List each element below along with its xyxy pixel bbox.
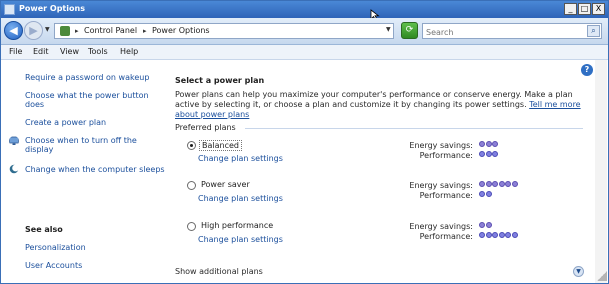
performance-dot — [479, 191, 485, 197]
moon-icon — [9, 164, 19, 174]
search-icon[interactable]: ⌕ — [587, 25, 600, 37]
chevron-down-icon[interactable]: ▼ — [573, 266, 584, 277]
energy-dot — [492, 141, 498, 147]
power-options-icon — [4, 4, 15, 15]
energy-savings-label: Energy savings: — [409, 141, 473, 150]
power-options-window: Power Options _ □ X ◀ ▶ ▼ ▸ Control Pane… — [0, 0, 609, 284]
energy-dot — [511, 181, 518, 187]
preferred-plans-label: Preferred plans — [175, 123, 236, 132]
close-button[interactable]: X — [592, 3, 605, 15]
menu-edit[interactable]: Edit — [33, 47, 49, 56]
plan-power-saver-label[interactable]: Power saver — [201, 180, 250, 189]
performance-dot — [505, 232, 511, 238]
performance-dot — [511, 232, 518, 238]
performance-dot — [479, 151, 485, 157]
energy-dot — [485, 141, 492, 147]
window-title: Power Options — [19, 4, 85, 13]
breadcrumb-arrow[interactable]: ▸ — [143, 27, 147, 35]
sidebar-link-turn-off-display[interactable]: Choose when to turn off the display — [25, 136, 145, 154]
plan-power-saver-radio[interactable] — [187, 181, 196, 190]
menu-view[interactable]: View — [60, 47, 79, 56]
performance-rating — [479, 151, 499, 159]
see-also-personalization[interactable]: Personalization — [25, 243, 86, 252]
maximize-button[interactable]: □ — [578, 3, 591, 15]
performance-dot — [485, 191, 492, 197]
control-panel-icon — [60, 26, 70, 36]
main-content: ? Select a power plan Power plans can he… — [167, 60, 608, 283]
back-button[interactable]: ◀ — [4, 21, 23, 40]
performance-dot — [492, 151, 498, 157]
see-also-user-accounts[interactable]: User Accounts — [25, 261, 82, 270]
energy-dot — [485, 222, 492, 228]
menu-bar: File Edit View Tools Help — [1, 45, 608, 60]
performance-label: Performance: — [419, 232, 473, 241]
sidebar-link-power-button[interactable]: Choose what the power button does — [25, 91, 155, 109]
plan-high-performance-change-settings[interactable]: Change plan settings — [198, 235, 283, 244]
performance-dot — [479, 232, 485, 238]
plan-balanced-change-settings[interactable]: Change plan settings — [198, 154, 283, 163]
search-box[interactable]: ⌕ — [422, 23, 602, 40]
plan-balanced: Balanced Change plan settings Energy sav… — [187, 140, 583, 169]
menu-help[interactable]: Help — [120, 47, 138, 56]
performance-rating — [479, 232, 518, 240]
address-bar: ◀ ▶ ▼ ▸ Control Panel ▸ Power Options ▼ … — [1, 18, 608, 45]
address-field[interactable]: ▸ Control Panel ▸ Power Options — [54, 23, 394, 39]
refresh-button[interactable]: ⟳ — [401, 22, 418, 39]
energy-rating — [479, 181, 518, 189]
see-also-heading: See also — [25, 225, 63, 234]
performance-dot — [485, 151, 492, 157]
performance-dot — [492, 232, 498, 238]
breadcrumb-power-options[interactable]: Power Options — [152, 26, 210, 35]
monitor-icon — [9, 136, 19, 145]
recent-pages-dropdown[interactable]: ▼ — [45, 26, 50, 33]
plan-high-performance: High performance Change plan settings En… — [187, 221, 583, 250]
plan-description: Power plans can help you maximize your c… — [175, 90, 590, 120]
plan-balanced-radio[interactable] — [187, 141, 196, 150]
plan-high-performance-radio[interactable] — [187, 222, 196, 231]
show-additional-plans[interactable]: Show additional plans — [175, 267, 263, 276]
energy-dot — [479, 181, 485, 187]
vertical-scrollbar[interactable] — [595, 60, 607, 283]
sidebar-link-sleep-settings[interactable]: Change when the computer sleeps — [25, 165, 165, 174]
performance-dot — [498, 232, 505, 238]
minimize-button[interactable]: _ — [564, 3, 577, 15]
plan-high-performance-label[interactable]: High performance — [201, 221, 273, 230]
sidebar-link-require-password[interactable]: Require a password on wakeup — [25, 73, 160, 82]
performance-label: Performance: — [419, 191, 473, 200]
breadcrumb-arrow[interactable]: ▸ — [75, 27, 79, 35]
menu-tools[interactable]: Tools — [88, 47, 108, 56]
energy-dot — [492, 181, 498, 187]
energy-rating — [479, 222, 492, 230]
performance-label: Performance: — [419, 151, 473, 160]
breadcrumb-control-panel[interactable]: Control Panel — [84, 26, 137, 35]
page-title: Select a power plan — [175, 76, 265, 85]
forward-button[interactable]: ▶ — [24, 21, 43, 40]
task-pane: Require a password on wakeup Choose what… — [1, 60, 166, 283]
search-input[interactable] — [423, 24, 586, 40]
resize-grip-icon[interactable] — [597, 271, 607, 281]
plan-power-saver-change-settings[interactable]: Change plan settings — [198, 194, 283, 203]
description-text: Power plans can help you maximize your c… — [175, 90, 573, 109]
energy-rating — [479, 141, 499, 149]
energy-dot — [479, 222, 485, 228]
energy-dot — [498, 181, 505, 187]
menu-file[interactable]: File — [9, 47, 22, 56]
address-dropdown-icon[interactable]: ▼ — [386, 26, 391, 33]
plan-balanced-label[interactable]: Balanced — [199, 140, 242, 151]
title-bar[interactable]: Power Options _ □ X — [1, 1, 608, 18]
performance-rating — [479, 191, 492, 199]
energy-savings-label: Energy savings: — [409, 222, 473, 231]
group-divider — [245, 128, 583, 129]
energy-dot — [485, 181, 492, 187]
energy-dot — [505, 181, 511, 187]
energy-dot — [479, 141, 485, 147]
energy-savings-label: Energy savings: — [409, 181, 473, 190]
help-icon[interactable]: ? — [581, 64, 593, 76]
plan-power-saver: Power saver Change plan settings Energy … — [187, 180, 583, 209]
performance-dot — [485, 232, 492, 238]
sidebar-link-create-plan[interactable]: Create a power plan — [25, 118, 160, 127]
